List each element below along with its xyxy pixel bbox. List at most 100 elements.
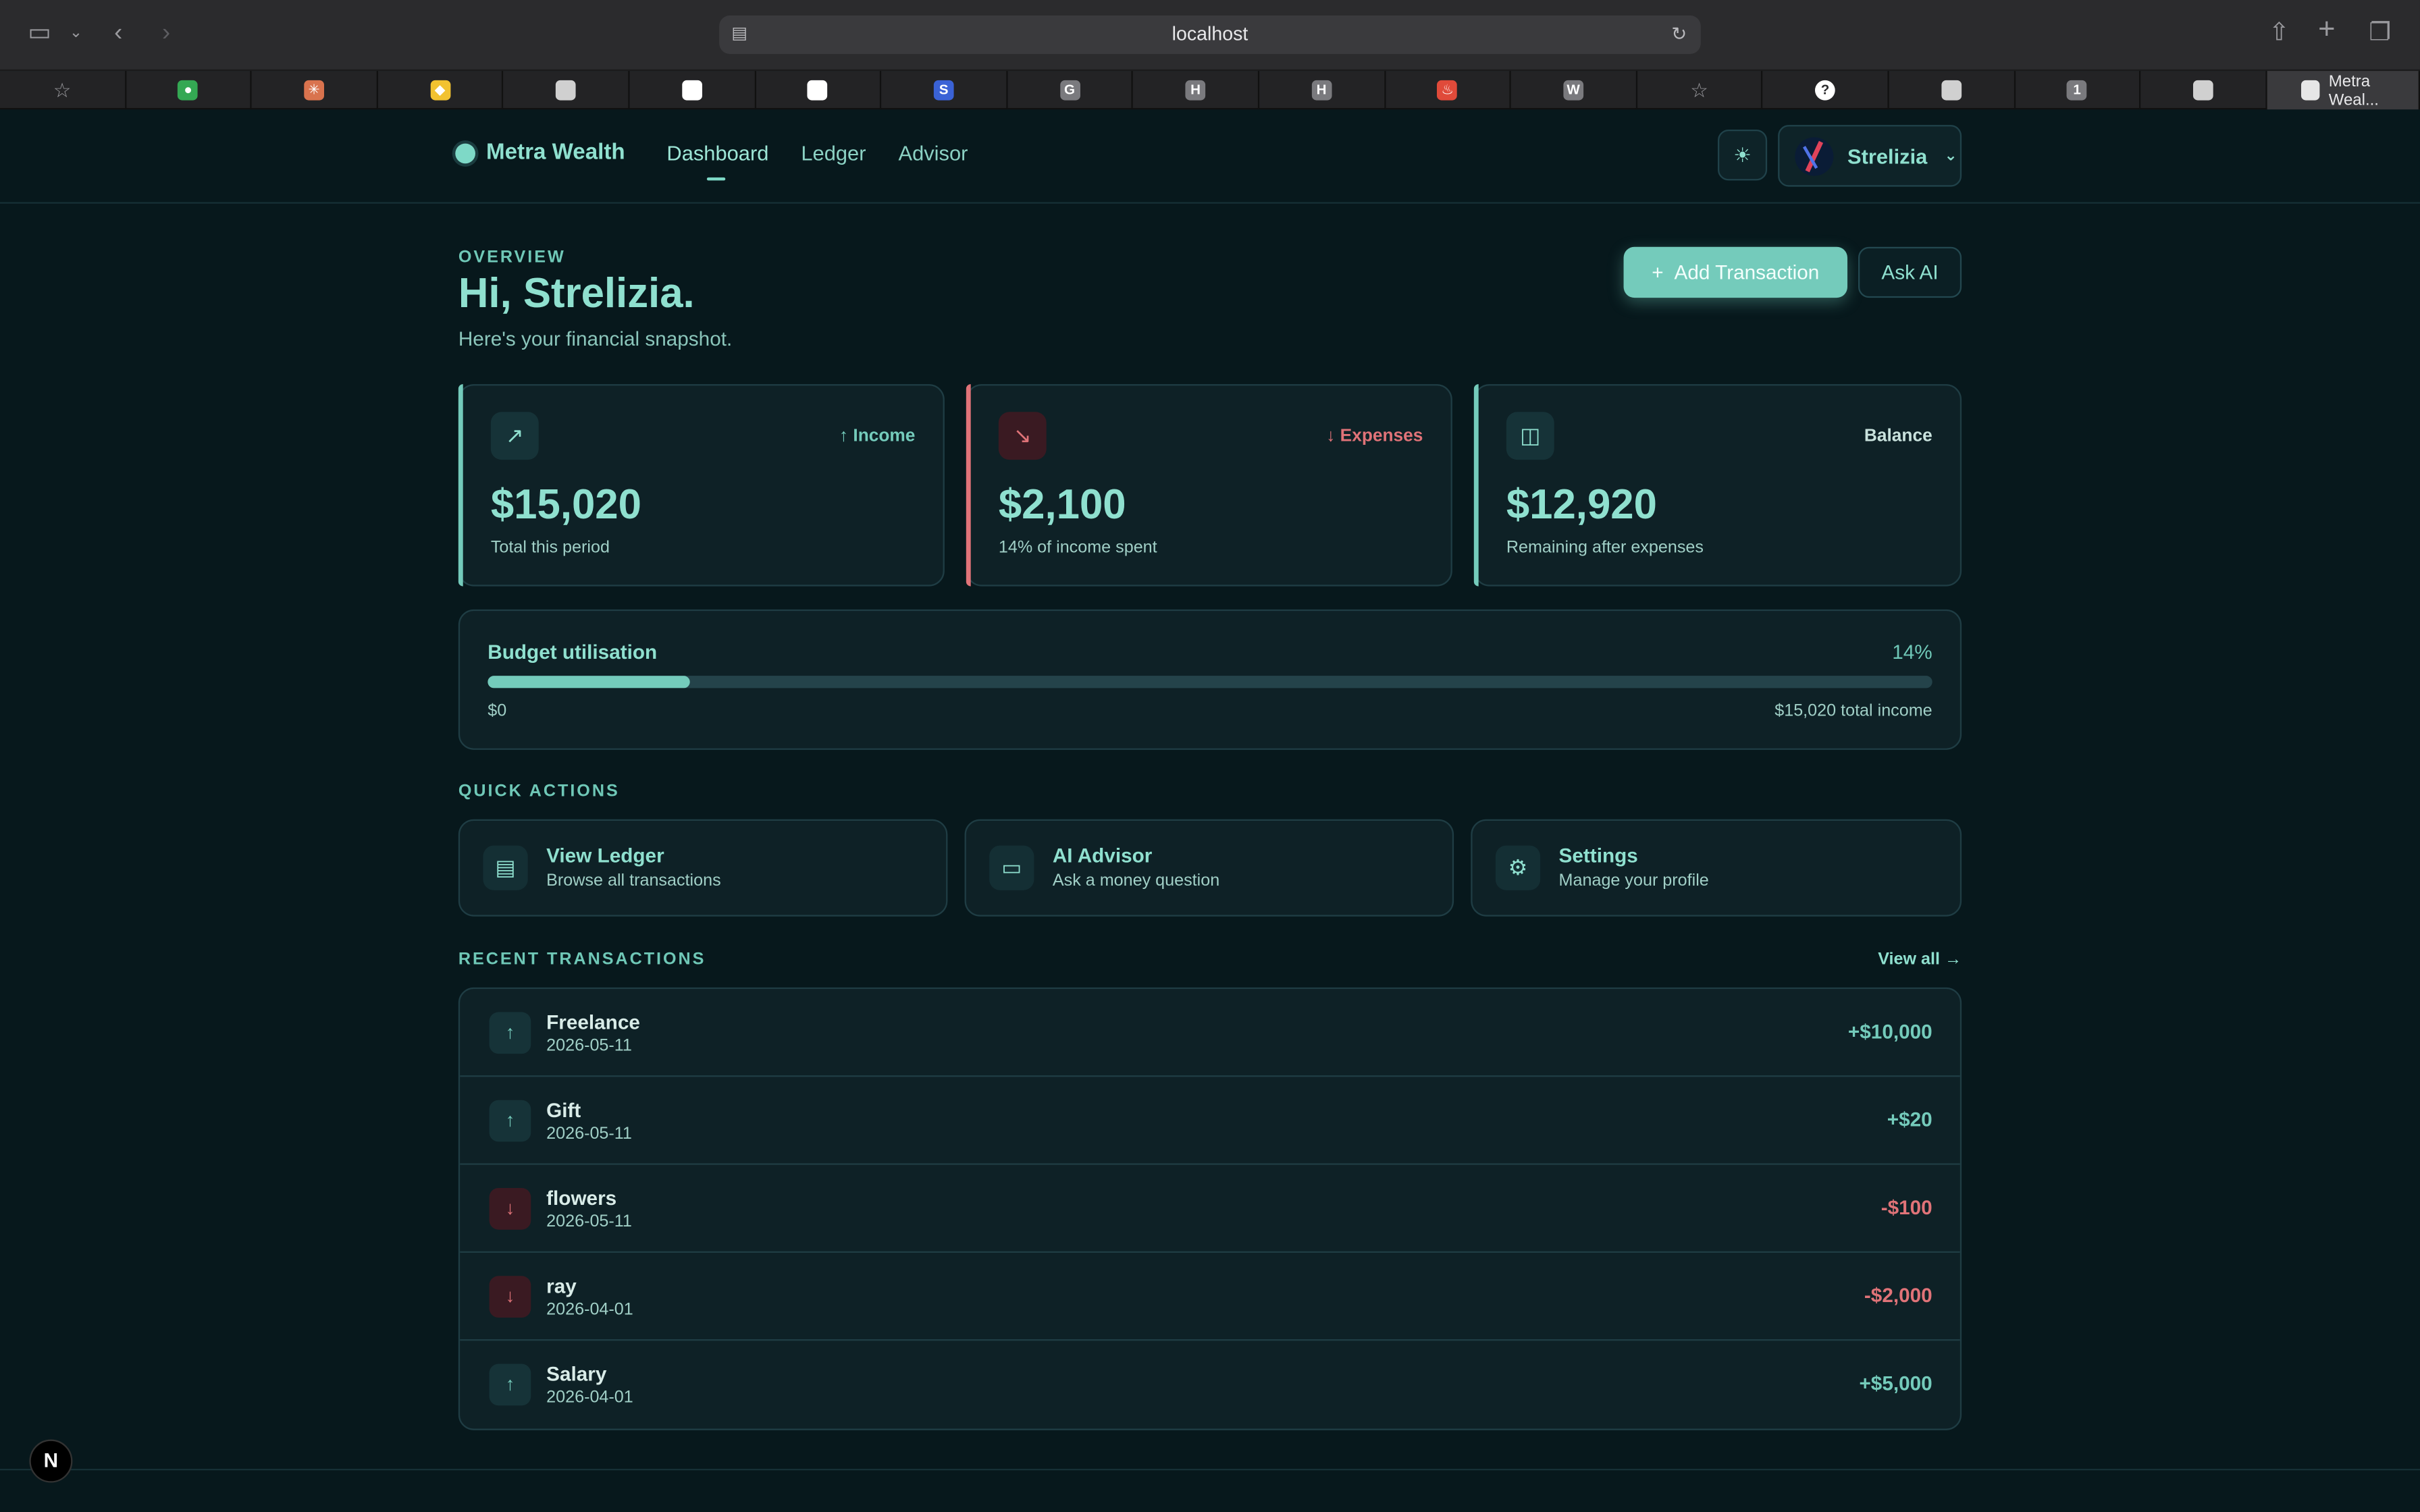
budget-utilisation-panel: Budget utilisation 14% $0 $15,020 total … — [458, 609, 1962, 750]
tab-overview-icon[interactable]: ❐ — [2369, 17, 2392, 51]
nav-link-ledger[interactable]: Ledger — [801, 142, 866, 165]
transaction-amount: -$2,000 — [1864, 1283, 1932, 1307]
brand-logo[interactable]: Metra Wealth — [455, 140, 625, 165]
arrow-up-icon: ↑ — [489, 1012, 531, 1054]
sidebar-toggle-icon[interactable]: ▭ — [28, 17, 51, 51]
transaction-row[interactable]: ↑ Gift 2026-05-11 +$20 — [460, 1077, 1960, 1165]
h-icon: H — [1185, 80, 1206, 101]
share-icon[interactable]: ⇧ — [2269, 17, 2290, 51]
nav-link-advisor[interactable]: Advisor — [898, 142, 968, 165]
browser-tab[interactable]: H — [1133, 71, 1259, 110]
chat-icon: ▭ — [989, 845, 1034, 890]
flame-icon: ♨ — [1437, 80, 1458, 101]
transaction-row[interactable]: ↓ ray 2026-04-01 -$2,000 — [460, 1253, 1960, 1341]
arrow-down-icon: ↓ — [1326, 427, 1340, 446]
action-title: Settings — [1558, 844, 1638, 867]
browser-tab[interactable]: H — [1259, 71, 1386, 110]
nav-link-dashboard[interactable]: Dashboard — [666, 142, 768, 181]
browser-tab[interactable] — [504, 71, 630, 110]
plus-icon: + — [1652, 261, 1664, 284]
budget-progress-track — [488, 676, 1932, 688]
ai-advisor-action[interactable]: ▭ AI Advisor Ask a money question — [964, 819, 1454, 917]
ask-ai-button[interactable]: Ask AI — [1858, 246, 1962, 298]
action-subtitle: Manage your profile — [1558, 871, 1709, 890]
view-all-link[interactable]: View all → — [1878, 950, 1962, 969]
transaction-name: flowers — [546, 1186, 617, 1210]
budget-title: Budget utilisation — [488, 640, 658, 664]
arrow-up-icon: ↑ — [489, 1100, 531, 1142]
transaction-date: 2026-04-01 — [546, 1388, 633, 1407]
question-icon: ? — [1815, 80, 1835, 101]
balance-card: ◫ Balance $12,920 Remaining after expens… — [1473, 384, 1962, 587]
browser-tab[interactable]: 1 — [2015, 71, 2141, 110]
view-ledger-action[interactable]: ▤ View Ledger Browse all transactions — [458, 819, 948, 917]
transaction-amount: +$10,000 — [1847, 1019, 1932, 1044]
balance-tag: Balance — [1864, 427, 1932, 446]
budget-percent: 14% — [1892, 640, 1932, 664]
browser-tab[interactable]: ☆ — [0, 71, 126, 110]
browser-tab[interactable]: ● — [756, 71, 882, 110]
balance-value: $12,920 — [1506, 481, 1657, 528]
expenses-value: $2,100 — [998, 481, 1126, 528]
browser-tab-active[interactable]: Metra Weal... — [2266, 71, 2420, 110]
transaction-row[interactable]: ↑ Salary 2026-04-01 +$5,000 — [460, 1341, 1960, 1428]
browser-tab[interactable]: ● — [126, 71, 252, 110]
chevron-down-icon[interactable]: ⌄ — [70, 17, 82, 51]
github-icon: ● — [808, 80, 828, 101]
user-menu-button[interactable]: Strelizia ⌄ — [1778, 125, 1962, 187]
sun-icon: ☀ — [1733, 143, 1752, 167]
browser-tab[interactable]: ? — [1763, 71, 1889, 110]
browser-tab[interactable]: ◆ — [377, 71, 504, 110]
new-tab-icon[interactable]: + — [2318, 14, 2335, 48]
browser-tab[interactable]: ✳ — [252, 71, 378, 110]
tab-bar: ☆ ● ✳ ◆ ● ● S G H H ♨ W ☆? 1 Metra Weal... — [0, 71, 2420, 110]
next-dev-badge[interactable]: N — [29, 1439, 73, 1483]
action-subtitle: Ask a money question — [1052, 871, 1220, 890]
one-icon: 1 — [2067, 80, 2087, 101]
reload-icon[interactable]: ↻ — [1671, 16, 1687, 54]
forward-icon[interactable]: › — [162, 17, 170, 51]
browser-tab[interactable] — [1889, 71, 2015, 110]
blank-icon — [1941, 80, 1962, 101]
wallet-icon: ◫ — [1506, 412, 1554, 460]
transaction-date: 2026-05-11 — [546, 1212, 632, 1231]
back-icon[interactable]: ‹ — [114, 17, 122, 51]
budget-max-label: $15,020 total income — [1774, 701, 1932, 721]
browser-tab[interactable]: ● — [629, 71, 756, 110]
browser-tab[interactable]: ♨ — [1385, 71, 1511, 110]
browser-tab[interactable]: G — [1007, 71, 1134, 110]
maps-icon: ● — [178, 80, 199, 101]
expenses-card: ↘ ↓ Expenses $2,100 14% of income spent — [966, 384, 1452, 587]
recent-transactions-title: RECENT TRANSACTIONS — [458, 950, 706, 969]
browser-tab[interactable] — [2140, 71, 2267, 110]
transaction-row[interactable]: ↓ flowers 2026-05-11 -$100 — [460, 1165, 1960, 1253]
blank-icon — [2192, 80, 2213, 101]
top-nav: Metra Wealth Dashboard Ledger Advisor ☀ … — [0, 109, 2420, 204]
settings-action[interactable]: ⚙ Settings Manage your profile — [1471, 819, 1962, 917]
transaction-row[interactable]: ↑ Freelance 2026-05-11 +$10,000 — [460, 989, 1960, 1077]
footer-divider — [0, 1468, 2420, 1471]
g-icon: G — [1059, 80, 1080, 101]
chevron-down-icon: ⌄ — [1944, 147, 1957, 165]
add-transaction-button[interactable]: + Add Transaction — [1623, 246, 1847, 298]
address-bar[interactable]: ▤ localhost ↻ — [719, 15, 1701, 54]
quick-actions-title: QUICK ACTIONS — [458, 782, 620, 801]
browser-tab[interactable]: ☆ — [1637, 71, 1763, 110]
income-card: ↗ ↑ Income $15,020 Total this period — [458, 384, 945, 587]
page-title: Hi, Strelizia. — [458, 269, 695, 317]
badge-icon: ◆ — [429, 80, 450, 101]
balance-label: Remaining after expenses — [1506, 538, 1704, 558]
transaction-amount: +$20 — [1887, 1108, 1932, 1131]
browser-toolbar: ▭ ⌄ ‹ › ▤ localhost ↻ ⇧ + ❐ — [0, 0, 2420, 72]
theme-toggle-button[interactable]: ☀ — [1717, 129, 1768, 181]
income-label: Total this period — [490, 538, 610, 558]
card-accent — [458, 384, 463, 587]
action-title: View Ledger — [546, 844, 664, 867]
page-favicon-icon — [2300, 80, 2320, 101]
site-settings-icon[interactable]: ▤ — [731, 16, 747, 54]
browser-tab[interactable]: W — [1511, 71, 1637, 110]
star-icon: ☆ — [1690, 78, 1708, 102]
browser-tab[interactable]: S — [881, 71, 1007, 110]
avatar — [1795, 136, 1834, 176]
budget-min-label: $0 — [488, 701, 507, 721]
